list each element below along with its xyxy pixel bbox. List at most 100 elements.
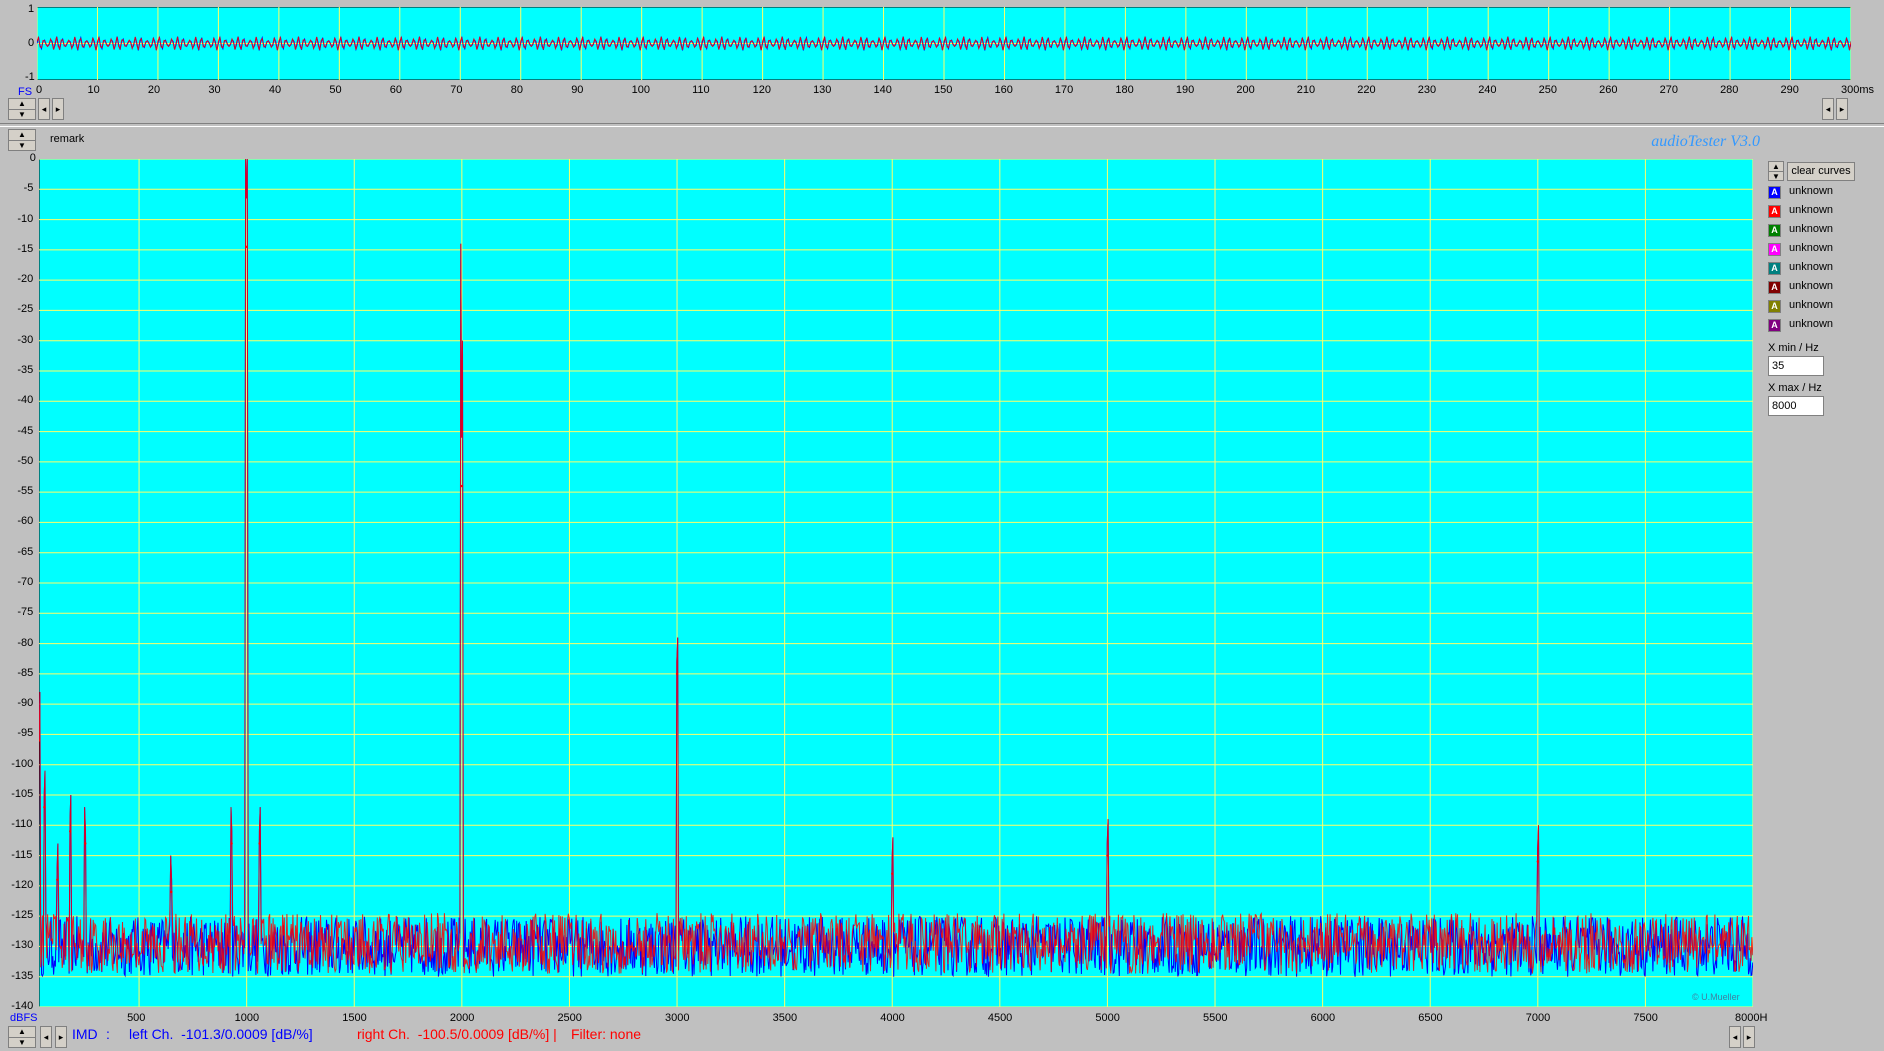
time-plot <box>37 7 1851 80</box>
time-x-tick: 240 <box>1478 84 1497 96</box>
time-x-tick: 200 <box>1236 84 1255 96</box>
time-x-tick: 300ms <box>1841 84 1875 96</box>
time-x-tick: 60 <box>389 84 403 96</box>
divider <box>0 123 1884 127</box>
spectrum-y-tick: -125 <box>11 909 34 922</box>
spectrum-y-tick: -10 <box>17 212 34 225</box>
spectrum-peak-point <box>56 878 59 881</box>
legend-swatch-icon[interactable]: A <box>1768 224 1781 237</box>
xmax-field[interactable] <box>1768 396 1824 416</box>
spectrum-x-tick: 7000 <box>1525 1012 1551 1024</box>
xmax-label: X max / Hz <box>1768 382 1822 394</box>
spectrum-peak-point <box>675 672 679 676</box>
spectrum-pan-right-button[interactable]: ▸ <box>1743 1026 1755 1048</box>
legend-item[interactable]: Aunknown <box>1768 279 1878 295</box>
spin-up-icon[interactable]: ▲ <box>9 130 35 141</box>
spin-down-icon[interactable]: ▼ <box>9 110 35 120</box>
remark-label: remark <box>50 133 85 145</box>
legend-swatch-icon[interactable]: A <box>1768 186 1781 199</box>
spectrum-x-tick: 4000 <box>880 1012 905 1024</box>
legend-item[interactable]: Aunknown <box>1768 260 1878 276</box>
time-x-tick: 100 <box>631 84 651 96</box>
copyright: © U.Mueller <box>1692 992 1740 1002</box>
time-x-tick: 130 <box>813 84 832 96</box>
spectrum-y-tick: -25 <box>17 303 34 316</box>
spectrum-y-tick: 0 <box>29 152 36 164</box>
spectrum-x-tick: 5000 <box>1095 1012 1120 1024</box>
spectrum-x-tick: 2500 <box>557 1012 582 1024</box>
spectrum-peak-point <box>69 830 72 833</box>
spectrum-y-tick: -85 <box>17 666 34 679</box>
spectrum-pan-left-button[interactable]: ◂ <box>1729 1026 1741 1048</box>
time-x-tick: 260 <box>1599 84 1618 96</box>
status-filter: Filter: none <box>571 1026 642 1042</box>
spectrum-scale-spinner[interactable]: ▲ ▼ <box>8 1026 36 1048</box>
spectrum-y-tick: -70 <box>17 576 34 588</box>
time-x-tick: 180 <box>1115 84 1134 96</box>
legend-label: unknown <box>1789 299 1834 311</box>
time-x-tick: 210 <box>1296 84 1316 96</box>
spin-down-icon[interactable]: ▼ <box>9 1038 35 1048</box>
legend-label: unknown <box>1789 204 1834 216</box>
time-x-tick: 230 <box>1417 84 1437 96</box>
spin-up-icon[interactable]: ▲ <box>9 1027 35 1038</box>
legend-item[interactable]: Aunknown <box>1768 184 1878 200</box>
spin-up-icon[interactable]: ▲ <box>9 99 35 110</box>
spectrum-y-tick: -75 <box>17 606 34 619</box>
spin-down-icon[interactable]: ▼ <box>9 141 35 151</box>
legend-swatch-icon[interactable]: A <box>1768 281 1781 294</box>
legend-label: unknown <box>1789 242 1834 254</box>
spectrum-scroll-right-button[interactable]: ▸ <box>55 1026 67 1048</box>
spectrum-y-tick: -35 <box>17 364 34 376</box>
spectrum-y-tick: -45 <box>17 424 34 437</box>
legend-swatch-icon[interactable]: A <box>1768 243 1781 256</box>
spectrum-peak-point <box>1536 860 1540 863</box>
legend-item[interactable]: Aunknown <box>1768 241 1878 257</box>
xmin-field[interactable] <box>1768 356 1824 376</box>
spectrum-x-tick: 4500 <box>987 1012 1013 1024</box>
time-x-tick: 40 <box>268 84 282 96</box>
spectrum-peak-point <box>84 842 87 845</box>
spin-up-icon[interactable]: ▲ <box>1769 162 1783 172</box>
legend-swatch-icon[interactable]: A <box>1768 262 1781 275</box>
legend-item[interactable]: Aunknown <box>1768 203 1878 219</box>
spin-down-icon[interactable]: ▼ <box>1769 172 1783 181</box>
time-pan-right-button[interactable]: ▸ <box>1836 98 1848 120</box>
legend-label: unknown <box>1789 318 1834 330</box>
spectrum-y-tick: -50 <box>17 454 34 467</box>
time-x-tick: 10 <box>87 84 100 96</box>
time-x-tick: 110 <box>692 84 710 96</box>
time-scroll-right-button[interactable]: ▸ <box>52 98 64 120</box>
legend-swatch-icon[interactable]: A <box>1768 319 1781 332</box>
legend-swatch-icon[interactable]: A <box>1768 205 1781 218</box>
clear-curves-button[interactable]: clear curves <box>1787 162 1855 181</box>
spectrum-y-tick: -40 <box>17 394 34 407</box>
status-right-channel: right Ch. -100.5/0.0009 [dB/%] | <box>357 1026 557 1042</box>
spectrum-x-tick: 1000 <box>234 1012 260 1024</box>
spectrum-peak-point <box>43 805 46 809</box>
time-scale-spinner[interactable]: ▲ ▼ <box>8 98 36 120</box>
time-pan-left-button[interactable]: ◂ <box>1822 98 1834 120</box>
spectrum-y-tick: -60 <box>17 515 34 528</box>
legend-item[interactable]: Aunknown <box>1768 298 1878 314</box>
remark-spinner[interactable]: ▲ ▼ <box>8 129 36 151</box>
time-x-tick: 220 <box>1357 84 1376 96</box>
spectrum-y-tick: -115 <box>11 848 33 861</box>
time-x-tick: 150 <box>934 84 953 96</box>
xmin-label: X min / Hz <box>1768 342 1819 354</box>
legend-swatch-icon[interactable]: A <box>1768 300 1781 313</box>
time-x-tick: 160 <box>994 84 1013 96</box>
time-x-tick: 270 <box>1659 84 1678 96</box>
spectrum-y-tick: -80 <box>17 636 34 649</box>
spectrum-x-tick: 5500 <box>1203 1012 1228 1024</box>
legend-spinner[interactable]: ▲ ▼ <box>1768 161 1784 181</box>
time-chart: 1 0 -1 FS 0 10 20 30 40 50 60 70 80 90 100 110 120 13… <box>0 0 1884 100</box>
legend-item[interactable]: Aunknown <box>1768 222 1878 238</box>
spectrum-peak-point <box>245 245 248 249</box>
spectrum-scroll-left-button[interactable]: ◂ <box>40 1026 52 1048</box>
spectrum-x-tick: 7500 <box>1633 1012 1658 1024</box>
spectrum-y-tick: -5 <box>23 182 34 195</box>
legend-item[interactable]: Aunknown <box>1768 317 1878 333</box>
time-scroll-left-button[interactable]: ◂ <box>38 98 50 120</box>
spectrum-y-tick: -130 <box>11 939 34 952</box>
